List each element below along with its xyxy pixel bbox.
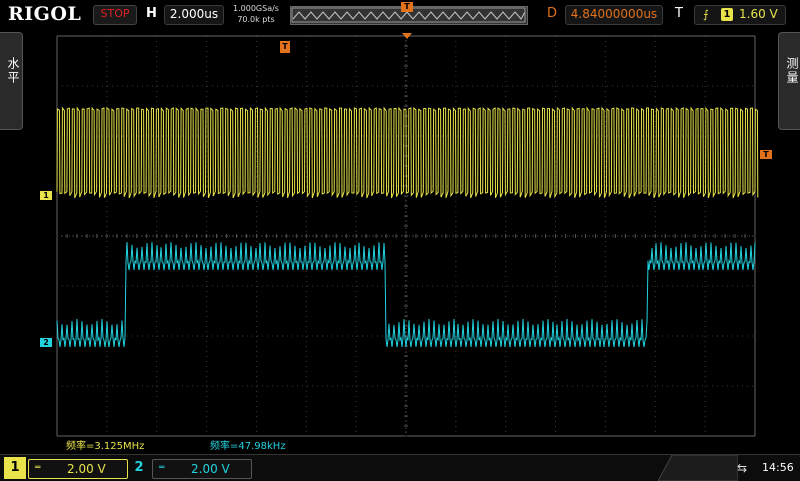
trigger-level-marker[interactable]: T: [760, 150, 772, 159]
run-state-label: STOP: [100, 7, 130, 20]
trigger-label: T: [675, 6, 683, 21]
usb-icon: ⇆: [737, 461, 748, 475]
ch2-offset-marker[interactable]: 2: [40, 338, 52, 347]
delay-value: 4.84000000us: [570, 7, 658, 21]
ch1-scale-value: 2.00 V: [67, 462, 106, 476]
bottom-channel-bar: 1 ═ 2.00 V 2 ═ 2.00 V ⇆ 14:56: [0, 454, 800, 481]
sample-rate-value: 1.000GSa/s: [233, 4, 279, 13]
ch2-frequency-measurement: 频率=47.98kHz: [210, 441, 286, 452]
ch1-frequency-measurement: 频率=3.125MHz: [66, 441, 145, 452]
timebase-display[interactable]: 2.000us: [164, 5, 224, 25]
ch2-coupling-icon: ═: [159, 463, 165, 473]
trigger-display[interactable]: ⨍ 1 1.60 V: [694, 5, 786, 25]
ch1-waveform: [56, 106, 759, 199]
top-status-bar: RIGOL STOP H 2.000us 1.000GSa/s 70.0k pt…: [0, 0, 800, 30]
ch2-scale-value: 2.00 V: [191, 462, 230, 476]
sample-rate-info: 1.000GSa/s 70.0k pts: [226, 3, 286, 25]
waveform-display[interactable]: [0, 30, 800, 454]
graticule: [56, 35, 756, 437]
ch1-offset-marker[interactable]: 1: [40, 191, 52, 200]
brand-logo: RIGOL: [8, 3, 82, 25]
ch1-number-badge: 1: [4, 457, 26, 479]
delay-display[interactable]: 4.84000000us: [565, 5, 663, 25]
run-stop-indicator[interactable]: STOP: [93, 5, 137, 25]
horizontal-center-marker: [402, 33, 412, 39]
ch1-settings-box: ═ 2.00 V: [28, 459, 128, 479]
bottom-bar-divider: [658, 455, 738, 481]
trigger-source-badge: 1: [721, 8, 733, 21]
delay-label: D: [547, 6, 558, 21]
ch2-number-badge: 2: [134, 460, 144, 475]
system-clock: 14:56: [762, 461, 794, 474]
memory-trigger-marker: T: [401, 2, 413, 12]
timebase-value: 2.000us: [169, 7, 219, 21]
memory-depth-value: 70.0k pts: [237, 15, 275, 24]
memory-overview-strip[interactable]: T: [290, 2, 528, 25]
ch2-settings-box: ═ 2.00 V: [152, 459, 252, 479]
rising-edge-icon: ⨍: [703, 8, 709, 21]
trigger-position-marker[interactable]: T: [280, 41, 290, 53]
horizontal-label: H: [146, 6, 157, 21]
trigger-level-value: 1.60 V: [739, 7, 778, 21]
ch1-coupling-icon: ═: [35, 463, 41, 473]
